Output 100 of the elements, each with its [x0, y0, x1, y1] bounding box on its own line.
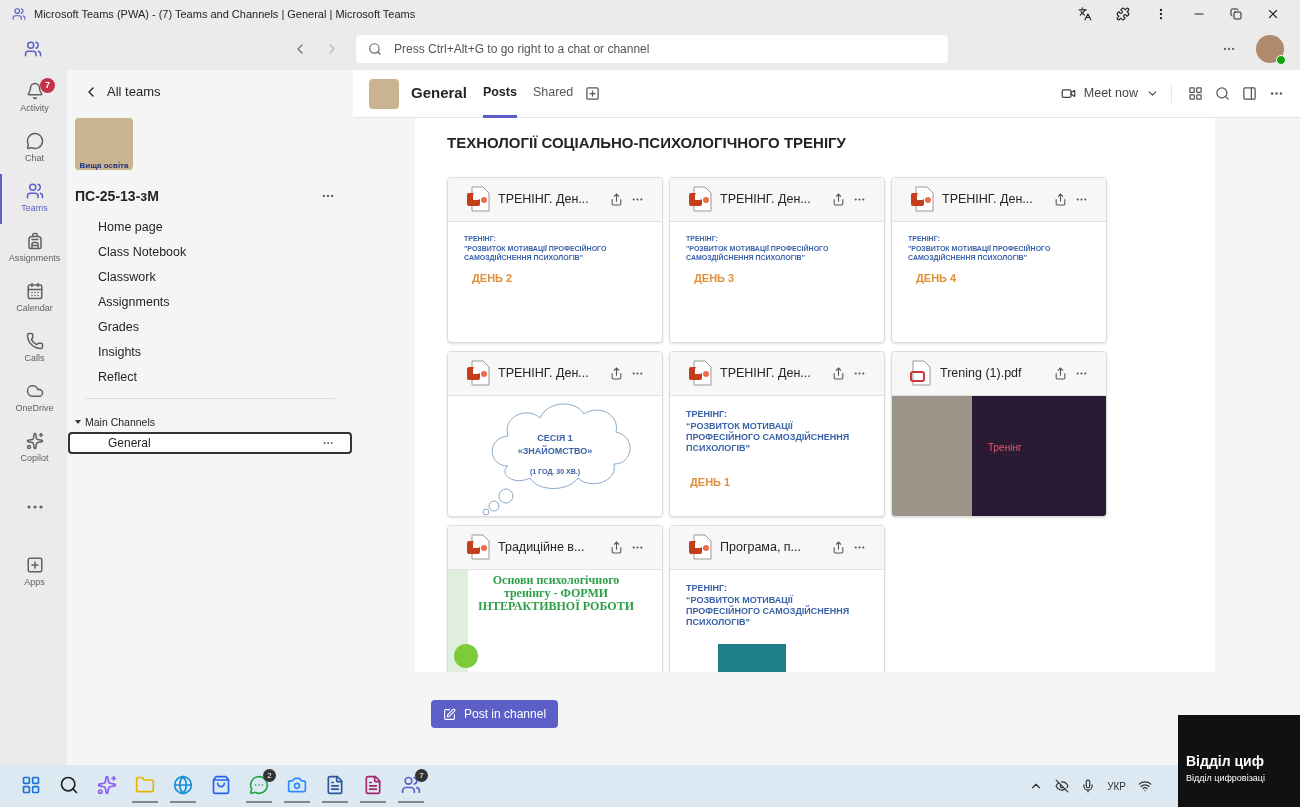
notification-badge: 2	[263, 769, 276, 782]
add-tab-icon[interactable]	[585, 86, 601, 101]
share-icon[interactable]	[1054, 192, 1067, 206]
taskbar-button[interactable]: 2	[246, 769, 272, 803]
plus-square-icon	[25, 556, 44, 575]
eye-off-icon[interactable]	[1055, 779, 1070, 793]
file-name: Традиційне в...	[498, 538, 585, 556]
close-icon[interactable]	[1266, 7, 1280, 21]
translate-icon[interactable]	[1078, 7, 1092, 21]
post-button[interactable]: Post in channel	[431, 700, 559, 728]
file-card[interactable]: Традиційне в... Основи психологічного тренінгу - ФОРМИ ІНТЕРАКТИВНОЇ РОБОТИ	[447, 524, 663, 672]
slide-session: СЕСІЯ 1	[537, 431, 573, 445]
document-icon	[363, 775, 383, 795]
slide-heading: Тренінг	[988, 441, 1022, 453]
presentation-file-icon	[688, 186, 712, 212]
people-icon[interactable]	[24, 40, 42, 58]
avatar[interactable]	[1256, 35, 1284, 63]
camera-icon	[287, 775, 307, 795]
people-icon	[25, 182, 44, 201]
overlay-title: Відділ циф	[1186, 751, 1265, 771]
file-name: ТРЕНІНГ. Ден...	[498, 364, 589, 382]
bag-icon	[211, 775, 231, 795]
document-icon	[325, 775, 345, 795]
sparkle-icon	[97, 775, 117, 795]
share-icon[interactable]	[832, 366, 845, 380]
caret-icon	[75, 420, 81, 425]
rail-item[interactable]: OneDrive	[0, 374, 67, 424]
back-link[interactable]: All teams	[83, 82, 353, 102]
rail-item[interactable]: Activity 7	[0, 74, 67, 124]
notification-badge: 7	[415, 769, 428, 782]
presentation-file-icon	[466, 534, 490, 560]
panel-icon[interactable]	[1242, 86, 1257, 101]
microphone-icon[interactable]	[1081, 779, 1096, 793]
rail-item[interactable]: Assignments	[0, 224, 67, 274]
slide-heading: ТРЕНІНГ:	[686, 581, 728, 595]
slide-subtitle: “РОЗВИТОК МОТИВАЦІЇ ПРОФЕСІЙНОГО САМОЗДІЙСНЕННЯ ПСИХОЛОГІВ”	[686, 595, 851, 628]
slide-day: ДЕНЬ 4	[916, 270, 1090, 287]
file-name: Програма, п...	[720, 538, 802, 556]
file-name: ТРЕНІНГ. Ден...	[942, 190, 1033, 208]
channel-tab[interactable]: Shared	[532, 69, 574, 118]
team-menu-item[interactable]: Assignments	[98, 289, 353, 315]
notification-badge: 7	[40, 78, 55, 93]
share-icon[interactable]	[832, 540, 845, 554]
bell-icon	[25, 82, 44, 101]
file-name: ТРЕНІНГ. Ден...	[720, 364, 811, 382]
people-icon	[401, 775, 421, 795]
team-menu-item[interactable]: Classwork	[98, 264, 353, 290]
share-icon[interactable]	[610, 366, 623, 380]
file-card[interactable]: Програма, п... ТРЕНІНГ: “РОЗВИТОК МОТИВАЦІЇ ПРОФЕСІЙНОГО САМОЗДІЙСНЕННЯ ПСИХОЛОГІВ”	[669, 524, 885, 672]
slide-day: ДЕНЬ 1	[690, 474, 868, 491]
puzzle-icon[interactable]	[1116, 7, 1130, 21]
team-menu-item[interactable]: Home page	[98, 214, 353, 240]
wifi-icon[interactable]	[1138, 779, 1152, 793]
backpack-icon	[25, 232, 44, 251]
window-title: Microsoft Teams (PWA) - (7) Teams and Channels | General | Microsoft Teams	[34, 6, 416, 22]
slide-day: ДЕНЬ 3	[694, 270, 868, 287]
globe-icon	[173, 775, 193, 795]
rail-item[interactable]: Chat	[0, 124, 67, 174]
language-indicator[interactable]: УКР	[1107, 778, 1126, 794]
search-icon[interactable]	[1215, 86, 1230, 101]
slide-heading: ТРЕНІНГ:	[686, 407, 728, 421]
share-icon[interactable]	[610, 192, 623, 206]
pdf-file-icon	[910, 360, 932, 386]
presentation-file-icon	[466, 186, 490, 212]
rail-item[interactable]: Apps	[0, 548, 67, 598]
file-card[interactable]: ТРЕНІНГ. Ден... ТРЕНІНГ: “РОЗВИТОК МОТИВАЦІЇ ПРОФЕСІЙНОГО САМОЗДІЙСНЕННЯ ПСИХОЛОГІВ” ДЕНЬ 1	[669, 350, 885, 517]
more-icon	[26, 505, 43, 509]
presentation-file-icon	[466, 360, 490, 386]
apps-icon[interactable]	[1188, 86, 1203, 101]
channel-section[interactable]: Main Channels	[75, 414, 156, 431]
share-icon[interactable]	[1054, 366, 1067, 380]
file-card[interactable]: Trening (1).pdf Тренінг	[891, 350, 1107, 517]
slide-day: ДЕНЬ 2	[472, 270, 646, 287]
slide-title: Основи психологічного тренінгу - ФОРМИ ІНТЕРАКТИВНОЇ РОБОТИ	[477, 573, 635, 613]
search-field[interactable]: Press Ctrl+Alt+G to go right to a chat or channel	[356, 35, 948, 63]
chat-icon	[25, 132, 44, 151]
compose-icon	[443, 707, 456, 721]
rail-item[interactable]: Calls	[0, 324, 67, 374]
share-icon[interactable]	[610, 540, 623, 554]
slide-subtitle: “РОЗВИТОК МОТИВАЦІЇ ПРОФЕСІЙНОГО САМОЗДІЙСНЕННЯ ПСИХОЛОГІВ”	[686, 421, 851, 454]
channel-logo	[369, 78, 399, 109]
sparkle-icon	[25, 432, 44, 451]
team-logo: Вища освіта	[75, 117, 133, 170]
restore-icon[interactable]	[1230, 8, 1242, 20]
team-menu-item[interactable]: Insights	[98, 339, 353, 365]
share-icon[interactable]	[832, 192, 845, 206]
calendar-icon	[25, 282, 44, 301]
rail-item[interactable]: Calendar	[0, 274, 67, 324]
team-menu-item[interactable]: Reflect	[98, 364, 353, 390]
overlay-caption: Відділ цифровізаці	[1186, 771, 1266, 785]
team-menu-item[interactable]: Class Notebook	[98, 239, 353, 265]
presentation-file-icon	[688, 360, 712, 386]
taskbar-button[interactable]: 7	[398, 769, 424, 803]
meet-now-button[interactable]: Meet now	[1060, 84, 1172, 103]
channel-item[interactable]: General	[68, 432, 352, 455]
file-name: ТРЕНІНГ. Ден...	[498, 190, 589, 208]
team-menu-item[interactable]: Grades	[98, 314, 353, 340]
file-name: Trening (1).pdf	[940, 364, 1022, 382]
presentation-file-icon	[910, 186, 934, 212]
rail-item[interactable]: Copilot	[0, 424, 67, 474]
